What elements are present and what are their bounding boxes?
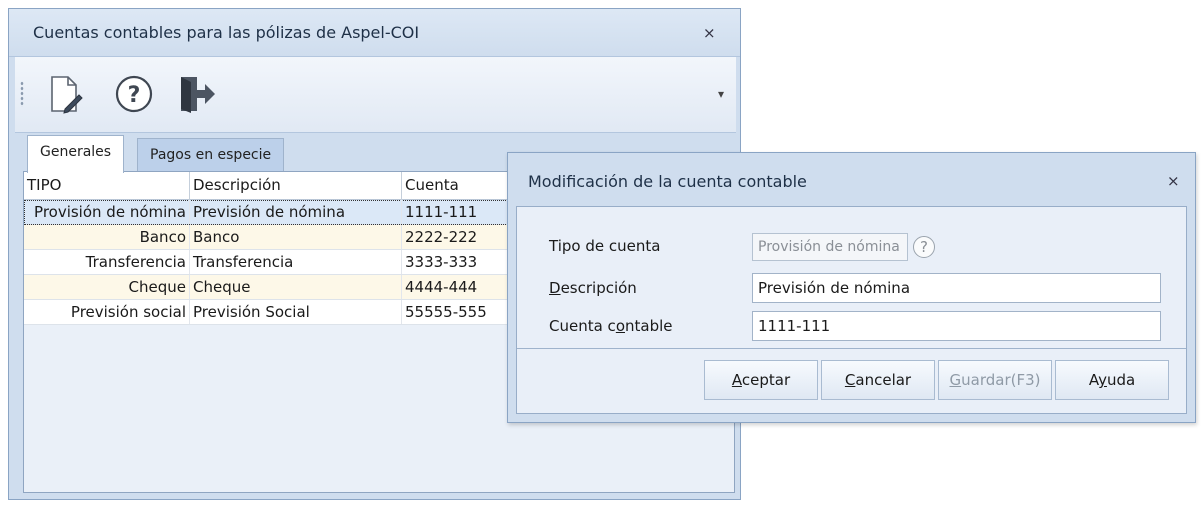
- tab-pagos-en-especie[interactable]: Pagos en especie: [137, 138, 285, 172]
- toolbar-overflow-chevron-icon[interactable]: ▾: [712, 79, 730, 109]
- dialog-title: Modificación de la cuenta contable: [528, 172, 807, 191]
- edit-document-icon[interactable]: [43, 73, 85, 115]
- cell-descripcion: Transferencia: [190, 250, 402, 274]
- cell-descripcion: Cheque: [190, 275, 402, 299]
- close-icon[interactable]: ⨯: [1167, 172, 1180, 190]
- main-window-title: Cuentas contables para las pólizas de As…: [33, 23, 420, 42]
- close-icon[interactable]: ⨯: [703, 24, 716, 42]
- column-header-descripcion[interactable]: Descripción: [190, 172, 402, 200]
- tipo-de-cuenta-value: Provisión de nómina: [758, 239, 900, 255]
- toolbar-grip[interactable]: [20, 81, 24, 107]
- aceptar-button[interactable]: Aceptar: [704, 360, 818, 400]
- cell-tipo: Transferencia: [24, 250, 190, 274]
- cell-descripcion: Previsión Social: [190, 300, 402, 324]
- descripcion-input[interactable]: Previsión de nómina: [752, 273, 1161, 303]
- edit-account-dialog: Modificación de la cuenta contable ⨯ Tip…: [507, 152, 1196, 423]
- dialog-separator: [517, 348, 1186, 349]
- cuenta-contable-input[interactable]: 1111-111: [752, 311, 1161, 341]
- guardar-button[interactable]: Guardar(F3): [938, 360, 1052, 400]
- cell-tipo: Cheque: [24, 275, 190, 299]
- tipo-de-cuenta-label: Tipo de cuenta: [549, 237, 661, 255]
- cell-tipo: Previsión social: [24, 300, 190, 324]
- column-header-tipo[interactable]: TIPO: [24, 172, 190, 200]
- help-icon[interactable]: ?: [113, 73, 155, 115]
- cell-tipo: Provisión de nómina: [24, 200, 190, 224]
- descripcion-label: Descripción: [549, 279, 637, 297]
- dialog-body: Tipo de cuenta Provisión de nómina ? Des…: [516, 206, 1187, 414]
- cell-tipo: Banco: [24, 225, 190, 249]
- tipo-de-cuenta-field: Provisión de nómina ?: [752, 233, 935, 261]
- cell-descripcion: Previsión de nómina: [190, 200, 402, 224]
- help-icon[interactable]: ?: [913, 236, 935, 258]
- toolbar: ? ▾: [15, 57, 736, 133]
- cancelar-button[interactable]: Cancelar: [821, 360, 935, 400]
- ayuda-button[interactable]: Ayuda: [1055, 360, 1169, 400]
- exit-door-icon[interactable]: [175, 73, 217, 115]
- cuenta-contable-label: Cuenta contable: [549, 317, 673, 335]
- cell-descripcion: Banco: [190, 225, 402, 249]
- svg-text:?: ?: [128, 83, 141, 108]
- main-window-titlebar[interactable]: Cuentas contables para las pólizas de As…: [9, 9, 740, 57]
- tab-generales[interactable]: Generales: [27, 135, 125, 173]
